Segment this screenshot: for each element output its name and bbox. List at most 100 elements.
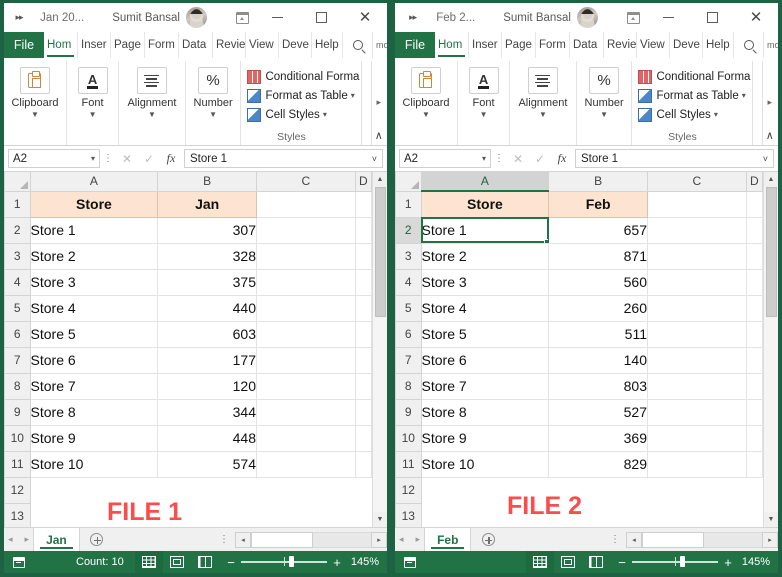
cell-a6[interactable]: Store 5 (421, 321, 549, 347)
cell-b3[interactable]: 871 (549, 243, 648, 269)
row-header-4[interactable]: 4 (396, 269, 422, 295)
row-header-10[interactable]: 10 (396, 425, 422, 451)
user-name-label[interactable]: Sumit Bansal (112, 12, 180, 24)
row-header-13[interactable]: 13 (396, 503, 422, 527)
split-handle-dots[interactable]: ⋮ (604, 528, 626, 551)
zoom-slider[interactable] (632, 561, 718, 562)
next-sheet-icon[interactable]: ▸ (416, 534, 421, 545)
tab-home[interactable]: Hom (435, 32, 469, 58)
clipboard-icon[interactable] (411, 67, 441, 94)
format-as-table-button[interactable]: Format as Table ▾ (247, 86, 354, 105)
font-icon[interactable]: A (469, 67, 499, 94)
minimize-button[interactable] (646, 3, 690, 32)
chevron-down-icon[interactable]: ▼ (31, 110, 39, 119)
cell-styles-button[interactable]: Cell Styles ▾ (638, 105, 717, 124)
cell-c10[interactable] (257, 425, 356, 451)
zoom-level-label[interactable]: 145% (345, 556, 379, 568)
alignment-icon[interactable] (137, 67, 167, 94)
normal-view-icon[interactable] (526, 551, 554, 573)
cancel-formula-icon[interactable]: ✕ (116, 152, 138, 166)
cell-a7[interactable]: Store 6 (421, 347, 549, 373)
cell-b13[interactable] (158, 503, 257, 527)
cell-a8[interactable]: Store 7 (421, 373, 549, 399)
worksheet-grid[interactable]: A B C D 1 Store Feb (395, 172, 763, 527)
chevron-down-icon[interactable]: ▼ (600, 110, 608, 119)
chevron-down-icon[interactable]: ▾ (323, 110, 327, 119)
horizontal-scrollbar-thumb[interactable] (251, 532, 313, 548)
ribbon-overflow-icon[interactable]: ▸ (376, 97, 381, 108)
cell-a8[interactable]: Store 7 (30, 373, 158, 399)
tab-view[interactable]: View (637, 32, 670, 58)
cell-d4[interactable] (355, 269, 371, 295)
tab-help[interactable]: Help (703, 32, 734, 58)
cell-a5[interactable]: Store 4 (421, 295, 549, 321)
prev-sheet-icon[interactable]: ◂ (399, 534, 404, 545)
split-handle-dots[interactable]: ⋮ (213, 528, 235, 551)
cell-a9[interactable]: Store 8 (30, 399, 158, 425)
worksheet-grid[interactable]: A B C D 1 Store Jan (4, 172, 372, 527)
cell-a10[interactable]: Store 9 (421, 425, 549, 451)
page-layout-view-icon[interactable] (554, 551, 582, 573)
expand-formula-bar-icon[interactable]: ˅ (372, 154, 377, 164)
cell-c11[interactable] (257, 451, 356, 477)
ribbon-overflow-icon[interactable]: ▸ (767, 97, 772, 108)
add-sheet-icon[interactable] (80, 528, 114, 551)
clipboard-icon[interactable] (20, 67, 50, 94)
row-header-9[interactable]: 9 (5, 399, 31, 425)
scroll-down-icon[interactable]: ▼ (764, 512, 779, 527)
cell-c2[interactable] (648, 217, 747, 243)
vertical-scrollbar-track[interactable] (764, 317, 778, 512)
insert-function-icon[interactable]: fx (551, 151, 573, 166)
cell-d1[interactable] (746, 191, 762, 217)
horizontal-scrollbar[interactable]: ◂ ▸ (235, 528, 387, 551)
chevron-down-icon[interactable]: ▾ (91, 154, 95, 163)
select-all-corner[interactable] (5, 172, 31, 191)
page-break-preview-icon[interactable] (191, 551, 219, 573)
expand-formula-bar-icon[interactable]: ˅ (763, 154, 768, 164)
ribbon-group-alignment[interactable]: Alignment ▼ (119, 61, 186, 145)
cell-c1[interactable] (257, 191, 356, 217)
cancel-formula-icon[interactable]: ✕ (507, 152, 529, 166)
cell-b8[interactable]: 803 (549, 373, 648, 399)
cell-c1[interactable] (648, 191, 747, 217)
tab-developer[interactable]: Deve (279, 32, 312, 58)
close-button[interactable]: ✕ (343, 3, 387, 32)
cell-b5[interactable]: 260 (549, 295, 648, 321)
cell-b2[interactable]: 657 (549, 217, 648, 243)
cell-a3[interactable]: Store 2 (30, 243, 158, 269)
vertical-scrollbar[interactable]: ▲ ▼ (372, 172, 387, 527)
ribbon-group-number[interactable]: % Number ▼ (186, 61, 242, 145)
cell-a5[interactable]: Store 4 (30, 295, 158, 321)
tab-insert[interactable]: Inser (469, 32, 502, 58)
cell-b5[interactable]: 440 (158, 295, 257, 321)
quick-access-toolbar-icon[interactable]: ▸▸ (395, 12, 430, 23)
select-all-corner[interactable] (396, 172, 422, 191)
horizontal-scrollbar-track[interactable] (313, 532, 371, 548)
cell-d3[interactable] (355, 243, 371, 269)
zoom-level-label[interactable]: 145% (736, 556, 770, 568)
ribbon-scroll-strip[interactable] (361, 61, 372, 145)
cell-d9[interactable] (746, 399, 762, 425)
cell-d4[interactable] (746, 269, 762, 295)
quick-access-toolbar-icon[interactable]: ▸▸ (4, 12, 34, 23)
cell-c4[interactable] (648, 269, 747, 295)
row-header-12[interactable]: 12 (5, 477, 31, 503)
ribbon-scroll-strip[interactable] (752, 61, 763, 145)
cell-a11[interactable]: Store 10 (421, 451, 549, 477)
zoom-slider-thumb[interactable] (680, 556, 685, 567)
cell-b7[interactable]: 140 (549, 347, 648, 373)
column-header-c[interactable]: C (257, 172, 356, 191)
cell-c12[interactable] (257, 477, 356, 503)
tab-page-layout[interactable]: Page (502, 32, 536, 58)
record-macro-icon[interactable] (395, 557, 425, 568)
cell-b11[interactable]: 574 (158, 451, 257, 477)
page-break-preview-icon[interactable] (582, 551, 610, 573)
cell-b4[interactable]: 560 (549, 269, 648, 295)
column-header-c[interactable]: C (648, 172, 747, 191)
cell-a12[interactable] (421, 477, 549, 503)
cell-d5[interactable] (746, 295, 762, 321)
ribbon-group-alignment[interactable]: Alignment ▼ (510, 61, 577, 145)
column-header-b[interactable]: B (158, 172, 257, 191)
cell-a4[interactable]: Store 3 (30, 269, 158, 295)
cell-d7[interactable] (746, 347, 762, 373)
